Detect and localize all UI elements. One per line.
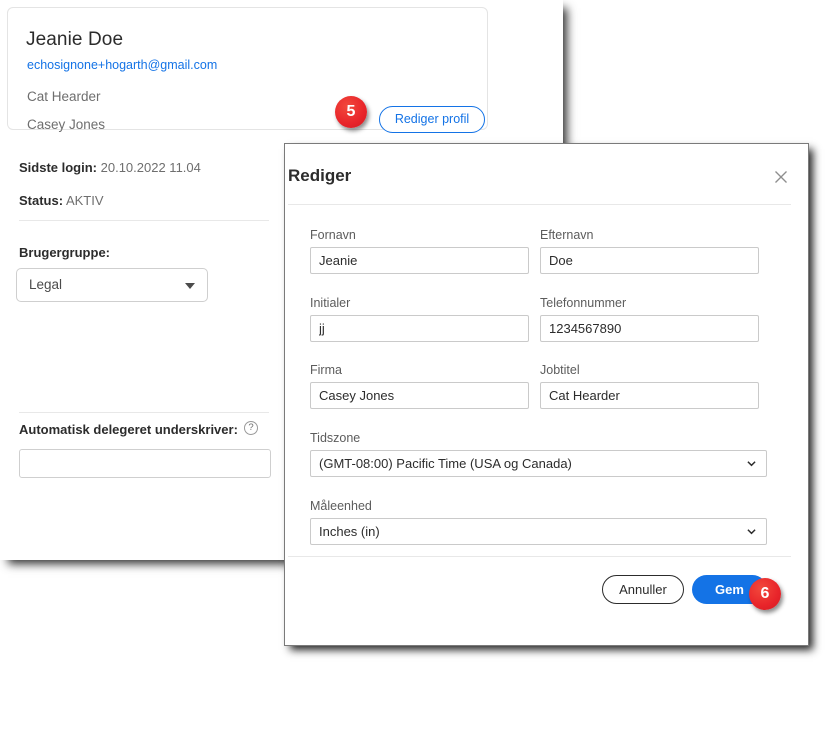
profile-job-title: Cat Hearder: [27, 89, 101, 104]
initials-input[interactable]: [310, 315, 529, 342]
last-login-label: Sidste login:: [19, 160, 97, 175]
close-icon[interactable]: [773, 169, 789, 185]
profile-email-link[interactable]: echosignone+hogarth@gmail.com: [27, 58, 217, 72]
usergroup-label: Brugergruppe:: [19, 245, 110, 260]
lastname-input[interactable]: [540, 247, 759, 274]
status-badge: AKTIV: [65, 193, 104, 208]
cancel-button[interactable]: Annuller: [602, 575, 684, 604]
close-icon-glyph: [775, 171, 787, 183]
field-initials-label: Initialer: [310, 296, 351, 310]
dialog-title: Rediger: [288, 166, 352, 185]
unit-select[interactable]: [310, 518, 767, 545]
profile-card: Jeanie Doe echosignone+hogarth@gmail.com…: [7, 7, 488, 133]
timezone-select-wrap: [310, 450, 767, 477]
field-phone-label: Telefonnummer: [540, 296, 627, 310]
callout-badge-6: 6: [749, 578, 781, 610]
edit-profile-button[interactable]: Rediger profil: [379, 106, 485, 133]
field-company-label: Firma: [310, 363, 342, 377]
auto-delegate-input[interactable]: [19, 449, 271, 478]
field-unit: Måleenhed: [310, 499, 767, 545]
field-timezone: Tidszone: [310, 431, 767, 477]
usergroup-dropdown[interactable]: Legal: [16, 268, 208, 302]
field-lastname: Efternavn: [540, 228, 759, 274]
profile-company: Casey Jones: [27, 117, 106, 132]
auto-delegate-label: Automatisk delegeret underskriver:: [19, 422, 238, 437]
last-login-value: 20.10.2022 11.04: [100, 160, 201, 175]
usergroup-selected-value: Legal: [29, 277, 63, 292]
last-login-row: Sidste login: 20.10.2022 11.04: [19, 160, 201, 175]
dialog-header-divider: [288, 204, 791, 205]
status-row: Status: AKTIV: [19, 193, 104, 208]
field-timezone-label: Tidszone: [310, 431, 361, 445]
field-unit-label: Måleenhed: [310, 499, 372, 513]
field-jobtitle: Jobtitel: [540, 363, 759, 409]
field-company: Firma: [310, 363, 529, 409]
callout-badge-5: 5: [335, 96, 367, 128]
field-lastname-label: Efternavn: [540, 228, 594, 242]
field-firstname: Fornavn: [310, 228, 529, 274]
status-label: Status:: [19, 193, 64, 208]
divider-top: [19, 220, 269, 221]
company-input[interactable]: [310, 382, 529, 409]
field-phone: Telefonnummer: [540, 296, 759, 342]
divider-bottom: [19, 412, 269, 413]
field-initials: Initialer: [310, 296, 529, 342]
firstname-input[interactable]: [310, 247, 529, 274]
field-firstname-label: Fornavn: [310, 228, 356, 242]
phone-input[interactable]: [540, 315, 759, 342]
edit-profile-dialog: Rediger Fornavn Efternavn Initialer Tele…: [284, 143, 809, 646]
jobtitle-input[interactable]: [540, 382, 759, 409]
question-mark-circle-icon[interactable]: ?: [244, 421, 258, 435]
field-jobtitle-label: Jobtitel: [540, 363, 580, 377]
page-title: Jeanie Doe: [26, 29, 124, 50]
chevron-down-icon: [185, 283, 195, 289]
dialog-footer-divider: [288, 556, 791, 557]
timezone-select[interactable]: [310, 450, 767, 477]
unit-select-wrap: [310, 518, 767, 545]
